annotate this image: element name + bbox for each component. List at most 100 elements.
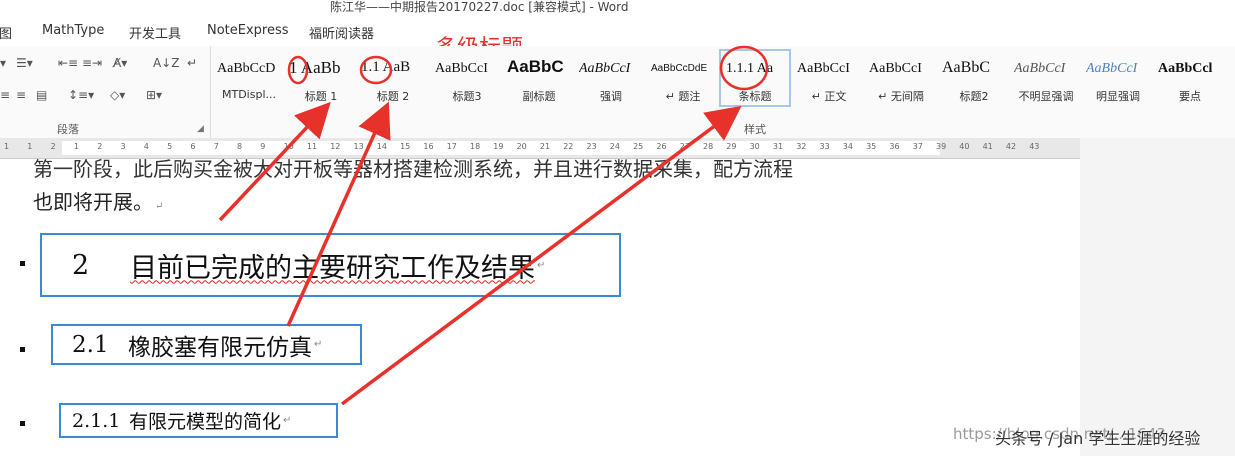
heading-bullet-2 xyxy=(20,347,25,352)
asian-layout-button[interactable]: A̸▾ xyxy=(113,56,127,70)
ruler-number: 4 xyxy=(143,142,149,151)
heading-2-text: 橡胶塞有限元仿真 xyxy=(128,334,312,361)
heading-3-text: 有限元模型的简化 xyxy=(129,411,282,433)
increase-indent-button[interactable]: ≡⇥ xyxy=(82,56,102,70)
ruler-number: 34 xyxy=(842,142,853,151)
style-intense-emphasis[interactable]: AaBbCcI 明显强调 xyxy=(1084,51,1152,105)
ruler-number: 40 xyxy=(959,142,970,151)
watermark-credit: 头条号 / Jan 学生生涯的经验 xyxy=(995,429,1201,448)
heading-2-number: 2.1 xyxy=(72,331,109,358)
align-center-button[interactable]: ≡ xyxy=(16,88,26,102)
style-subtle-emphasis[interactable]: AaBbCcI 不明显强调 xyxy=(1012,51,1080,105)
style-normal[interactable]: AaBbCcI ↵ 正文 xyxy=(795,51,863,105)
ruler-number: 17 xyxy=(446,142,457,151)
ruler-number: 2 xyxy=(50,142,56,151)
ruler-number: 16 xyxy=(423,142,434,151)
style-no-spacing[interactable]: AaBbCcI ↵ 无间隔 xyxy=(867,51,935,105)
ruler-number: 35 xyxy=(866,142,877,151)
heading-level-1: 2 目前已完成的主要研究工作及结果 ↵ xyxy=(40,233,621,297)
align-left-button[interactable]: ≡ xyxy=(0,88,10,102)
styles-group-label: 样式 xyxy=(744,123,766,136)
ruler-number: 2 xyxy=(97,142,103,151)
ruler-number: 42 xyxy=(1005,142,1017,151)
ruler-number: 5 xyxy=(167,142,173,151)
paragraph-group-label: 段落 xyxy=(57,123,79,136)
ruler-number: 8 xyxy=(237,142,243,151)
style-heading2-alt[interactable]: AaBbC 标题2 xyxy=(940,51,1008,105)
numbering-button[interactable]: ☰▾ xyxy=(16,56,33,70)
heading-level-2: 2.1 橡胶塞有限元仿真 ↵ xyxy=(51,324,362,365)
document-page[interactable]: 第一阶段，此后购买金被大对开板等器材搭建检测系统，并且进行数据采集，配方流程 也… xyxy=(0,157,1080,456)
ruler-number: 7 xyxy=(213,142,219,151)
tab-noteexpress[interactable]: NoteExpress xyxy=(207,23,289,38)
heading-1-text: 目前已完成的主要研究工作及结果 xyxy=(130,252,535,284)
title-bar: 陈江华——中期报告20170227.doc [兼容模式] - Word xyxy=(0,0,1235,14)
ruler-number: 9 xyxy=(260,142,266,151)
ribbon-tabs: 图 MathType 开发工具 NoteExpress 福昕阅读器 xyxy=(0,14,1235,46)
style-mtdisplay[interactable]: AaBbCcD MTDispl... xyxy=(215,51,283,105)
borders-button[interactable]: ⊞▾ xyxy=(146,88,162,102)
ribbon: ▾ ☰▾ ⇤≡ ≡⇥ A̸▾ A↓Z ↵ ≡ ≡ ▤ ↕≡▾ ◇▾ ⊞▾ 段落 … xyxy=(0,46,1235,139)
tab-developer[interactable]: 开发工具 xyxy=(129,23,181,42)
style-subtitle[interactable]: AaBbC 副标题 xyxy=(505,51,573,105)
ruler-number: 41 xyxy=(982,142,993,151)
ruler-number: 37 xyxy=(912,142,923,151)
style-article-heading[interactable]: 1.1.1 Aa 条标题 xyxy=(719,49,791,107)
tab-view[interactable]: 图 xyxy=(0,23,12,42)
justify-button[interactable]: ▤ xyxy=(36,88,47,102)
ruler-number: 29 xyxy=(726,142,737,151)
line-spacing-button[interactable]: ↕≡▾ xyxy=(68,88,94,102)
body-text-line-1: 第一阶段，此后购买金被大对开板等器材搭建检测系统，并且进行数据采集，配方流程 xyxy=(33,157,793,181)
ruler-number: 13 xyxy=(353,142,364,151)
style-strong[interactable]: AaBbCcl 要点 xyxy=(1156,51,1224,105)
ruler-number: 24 xyxy=(609,142,620,151)
ruler-number: 43 xyxy=(1029,142,1040,151)
ruler-number: 15 xyxy=(400,142,411,151)
ruler-number: 21 xyxy=(539,142,551,151)
heading-bullet-3 xyxy=(20,421,25,426)
ruler-number: 3 xyxy=(120,142,126,151)
ruler-number: 28 xyxy=(703,142,714,151)
ruler-number: 33 xyxy=(819,142,830,151)
style-emphasis[interactable]: AaBbCcI 强调 xyxy=(577,51,645,105)
multilevel-list-button[interactable]: ▾ xyxy=(0,56,6,70)
style-heading-3[interactable]: AaBbCcI 标题3 xyxy=(433,51,501,105)
ruler-number: 27 xyxy=(679,142,690,151)
tab-foxit-reader[interactable]: 福昕阅读器 xyxy=(309,23,374,42)
ruler-number: 30 xyxy=(749,142,760,151)
ruler-number: 6 xyxy=(190,142,196,151)
paragraph-group: ▾ ☰▾ ⇤≡ ≡⇥ A̸▾ A↓Z ↵ ≡ ≡ ▤ ↕≡▾ ◇▾ ⊞▾ 段落 … xyxy=(0,46,211,138)
window-title: 陈江华——中期报告20170227.doc [兼容模式] - Word xyxy=(330,0,629,14)
heading-1-number: 2 xyxy=(72,249,90,281)
style-caption[interactable]: AaBbCcDdE ↵ 题注 xyxy=(649,51,717,105)
ruler-number: 18 xyxy=(470,142,481,151)
paragraph-dialog-launcher[interactable]: ◢ xyxy=(197,124,204,134)
ruler-number: 32 xyxy=(796,142,807,151)
tab-mathtype[interactable]: MathType xyxy=(42,23,104,38)
decrease-indent-button[interactable]: ⇤≡ xyxy=(58,56,78,70)
ruler-number: 1 xyxy=(73,142,79,151)
heading-bullet-1 xyxy=(20,261,25,266)
style-heading-2[interactable]: 1.1 AaB 标题 2 xyxy=(359,51,427,105)
ruler-number: 26 xyxy=(656,142,667,151)
heading-level-3: 2.1.1 有限元模型的简化 ↵ xyxy=(59,403,338,438)
styles-gallery: AaBbCcD MTDispl... 1 AaBb 标题 1 1.1 AaB 标… xyxy=(215,49,1230,107)
ruler-number: 19 xyxy=(493,142,504,151)
document-margin-area xyxy=(1080,138,1235,456)
ruler-number: 20 xyxy=(516,142,527,151)
ruler-number: 39 xyxy=(936,142,947,151)
show-marks-button[interactable]: ↵ xyxy=(187,56,197,70)
ruler-number: 1 xyxy=(4,142,10,151)
ruler-number: 1 xyxy=(27,142,33,151)
heading-3-number: 2.1.1 xyxy=(72,409,121,432)
ruler-number: 23 xyxy=(586,142,597,151)
ruler-number: 36 xyxy=(889,142,900,151)
ruler-number: 22 xyxy=(563,142,574,151)
shading-button[interactable]: ◇▾ xyxy=(110,88,125,102)
sort-button[interactable]: A↓Z xyxy=(153,56,179,70)
style-heading-1[interactable]: 1 AaBb 标题 1 xyxy=(287,51,355,105)
ruler-number: 12 xyxy=(330,142,341,151)
ruler-number: 31 xyxy=(772,142,784,151)
ruler-number: 10 xyxy=(283,142,294,151)
ruler-number: 25 xyxy=(633,142,644,151)
